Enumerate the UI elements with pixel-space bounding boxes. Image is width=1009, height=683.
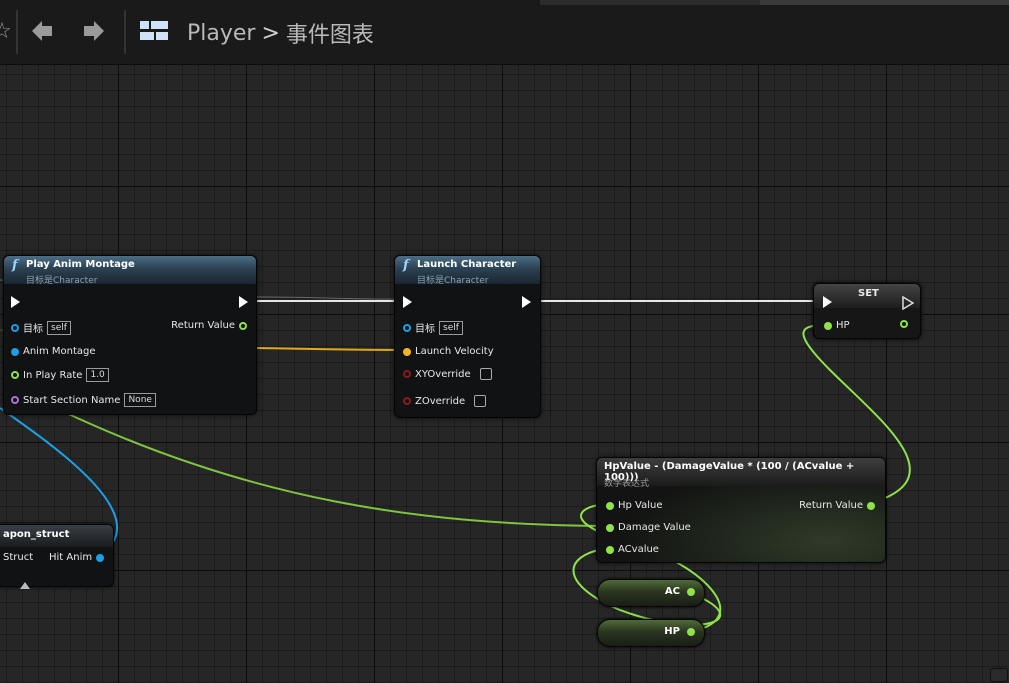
anim-montage-pin[interactable]: [11, 347, 19, 356]
pin-label: ACvalue: [618, 544, 659, 555]
corner-handle: [990, 668, 1008, 682]
node-subtitle: 目标是Character: [417, 276, 489, 286]
hp-output-pin[interactable]: [687, 628, 695, 636]
exec-in-pin[interactable]: [403, 296, 412, 308]
node-header: f Launch Character 目标是Character: [395, 256, 540, 286]
function-icon: f: [12, 258, 18, 273]
node-header: f Play Anim Montage 目标是Character: [4, 256, 256, 286]
pin-label: HP: [836, 320, 850, 331]
hp-variable-node[interactable]: HP: [597, 619, 705, 647]
variable-label: HP: [664, 626, 680, 637]
breadcrumb: Player > 事件图表: [187, 17, 374, 49]
xy-override-checkbox[interactable]: [479, 368, 492, 380]
pin-label: 目标: [415, 324, 435, 335]
target-pin[interactable]: [403, 323, 411, 332]
launch-character-node[interactable]: f Launch Character 目标是Character 目标 self …: [394, 255, 541, 418]
launch-velocity-pin[interactable]: [403, 347, 411, 356]
hp-value-pin[interactable]: [606, 501, 614, 510]
pin-label: 目标: [23, 324, 43, 335]
section-name-pin[interactable]: [11, 396, 19, 404]
node-title: Play Anim Montage: [26, 259, 135, 270]
z-override-pin[interactable]: [403, 397, 411, 405]
expand-arrow-icon[interactable]: [20, 574, 30, 593]
pin-label: Return Value: [171, 320, 235, 331]
node-title: apon_struct: [3, 529, 70, 540]
arrow-right-icon[interactable]: [80, 14, 108, 48]
toolbar: ☆ Player > 事件图表: [0, 0, 1009, 65]
ac-value-pin[interactable]: [606, 545, 614, 554]
breadcrumb-root[interactable]: Player: [187, 21, 255, 46]
pin-label: Hit Anim: [49, 552, 93, 563]
node-subtitle: 目标是Character: [26, 276, 98, 286]
play-rate-value[interactable]: 1.0: [86, 368, 109, 382]
play-rate-pin[interactable]: [11, 371, 19, 379]
variable-label: AC: [664, 586, 680, 597]
ac-variable-node[interactable]: AC: [597, 579, 705, 607]
pin-label: XYOverride: [415, 368, 471, 380]
breadcrumb-current: 事件图表: [285, 23, 374, 48]
pin-label: In Play Rate: [23, 369, 83, 381]
z-override-checkbox[interactable]: [474, 395, 487, 407]
chevron-right-icon: >: [261, 20, 280, 46]
pin-label: Return Value: [799, 500, 863, 511]
target-value[interactable]: self: [47, 320, 71, 335]
node-header: apon_struct: [0, 525, 113, 547]
exec-in-pin[interactable]: [11, 296, 20, 308]
node-subtitle: 数学表达式: [604, 479, 650, 489]
pin-label: ZOverride: [415, 395, 466, 407]
toolbar-divider: [16, 10, 18, 54]
pin-label: Launch Velocity: [415, 346, 494, 357]
set-hp-node[interactable]: SET HP: [813, 283, 921, 339]
toolbar-top-strip-right: [760, 0, 1009, 5]
hit-anim-pin[interactable]: [96, 553, 105, 562]
node-title: Launch Character: [417, 259, 517, 270]
node-header: HpValue - (DamageValue * (100 / (ACvalue…: [597, 458, 885, 489]
damage-value-pin[interactable]: [606, 523, 614, 532]
section-name-value[interactable]: None: [124, 393, 156, 407]
pin-label: Hp Value: [618, 500, 663, 511]
pin-label: Start Section Name: [23, 394, 121, 406]
node-title: SET: [858, 288, 879, 299]
xy-override-pin[interactable]: [403, 370, 411, 378]
break-struct-node[interactable]: apon_struct Struct Hit Anim: [0, 524, 114, 589]
blueprint-graph-icon: [137, 14, 171, 48]
exec-out-icon: [902, 296, 914, 310]
struct-pin-label: Struct: [3, 552, 34, 563]
toolbar-divider: [124, 10, 126, 54]
hp-input-pin[interactable]: [824, 321, 832, 330]
hp-output-pin[interactable]: [900, 320, 908, 328]
arrow-left-icon[interactable]: [28, 14, 56, 48]
exec-out-pin[interactable]: [522, 296, 531, 308]
exec-in-pin[interactable]: [823, 296, 832, 308]
exec-out-pin[interactable]: [239, 296, 248, 308]
target-value[interactable]: self: [439, 320, 463, 335]
return-value-pin[interactable]: [239, 321, 247, 330]
target-pin[interactable]: [11, 323, 19, 332]
pin-label: Anim Montage: [23, 346, 96, 357]
return-value-pin[interactable]: [867, 501, 875, 510]
ac-output-pin[interactable]: [687, 588, 695, 596]
star-icon[interactable]: ☆: [0, 14, 12, 48]
pin-label: Damage Value: [618, 522, 691, 533]
function-icon: f: [403, 258, 409, 273]
math-expression-node[interactable]: HpValue - (DamageValue * (100 / (ACvalue…: [596, 457, 886, 563]
play-anim-montage-node[interactable]: f Play Anim Montage 目标是Character 目标 self…: [3, 255, 257, 415]
